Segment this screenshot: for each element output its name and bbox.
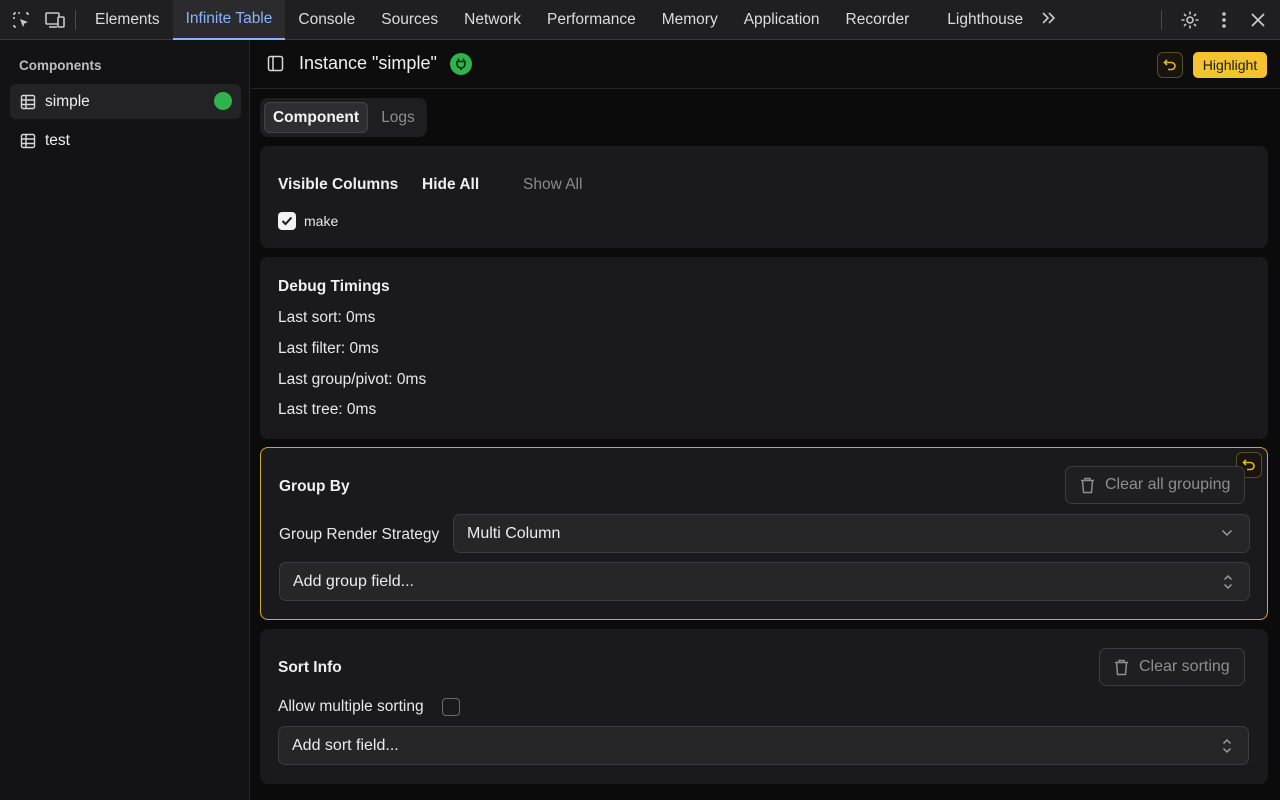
chevron-up-down-icon bbox=[1223, 574, 1233, 590]
highlight-button[interactable]: Highlight bbox=[1193, 52, 1267, 78]
tab-sources[interactable]: Sources bbox=[368, 0, 451, 40]
last-group-pivot-timing: Last group/pivot: 0ms bbox=[278, 371, 427, 388]
add-group-field-select[interactable]: Add group field... bbox=[279, 562, 1250, 601]
debug-timings-card: Debug Timings Last sort: 0ms Last filter… bbox=[260, 257, 1268, 439]
tab-logs[interactable]: Logs bbox=[372, 102, 424, 133]
tab-lighthouse[interactable]: Lighthouse bbox=[934, 0, 1036, 40]
tab-network[interactable]: Network bbox=[451, 0, 534, 40]
tab-component[interactable]: Component bbox=[264, 102, 368, 133]
last-filter-timing: Last filter: 0ms bbox=[278, 340, 379, 357]
clear-all-grouping-button[interactable]: Clear all grouping bbox=[1065, 466, 1246, 504]
sidebar-heading: Components bbox=[19, 58, 102, 73]
tab-memory[interactable]: Memory bbox=[649, 0, 731, 40]
instance-header: Instance "simple" Highlight bbox=[251, 40, 1280, 89]
instance-title: Instance "simple" bbox=[299, 53, 437, 73]
add-sort-field-select[interactable]: Add sort field... bbox=[278, 726, 1249, 765]
allow-multiple-sorting-checkbox[interactable] bbox=[442, 698, 460, 716]
view-tabs: Component Logs bbox=[260, 98, 427, 137]
group-by-card: Group By Clear all grouping Group Render… bbox=[260, 447, 1268, 620]
settings-gear-icon[interactable] bbox=[1176, 6, 1204, 34]
chevron-down-icon bbox=[1221, 529, 1233, 537]
kebab-menu-icon[interactable] bbox=[1210, 6, 1238, 34]
allow-multiple-sorting-label: Allow multiple sorting bbox=[278, 698, 424, 715]
devtools-toolbar: Elements Infinite Table Console Sources … bbox=[0, 0, 1280, 40]
sidebar-item-test[interactable]: test bbox=[10, 123, 241, 158]
trash-icon bbox=[1080, 477, 1095, 494]
tab-console[interactable]: Console bbox=[285, 0, 368, 40]
tab-performance[interactable]: Performance bbox=[534, 0, 649, 40]
sort-info-title: Sort Info bbox=[278, 659, 342, 676]
tab-recorder[interactable]: Recorder bbox=[833, 0, 923, 40]
more-tabs-chevron-icon[interactable] bbox=[1036, 9, 1062, 30]
trash-icon bbox=[1114, 659, 1129, 676]
devtools-tab-strip: Elements Infinite Table Console Sources … bbox=[82, 0, 1062, 40]
toolbar-right-actions bbox=[1161, 6, 1272, 34]
debug-timings-title: Debug Timings bbox=[278, 278, 390, 295]
group-by-title: Group By bbox=[279, 478, 350, 495]
sidebar-item-simple[interactable]: simple bbox=[10, 84, 241, 119]
reset-undo-button[interactable] bbox=[1157, 52, 1183, 78]
tab-elements[interactable]: Elements bbox=[82, 0, 173, 40]
components-sidebar: Components simple test bbox=[0, 40, 250, 800]
sidebar-item-label: test bbox=[45, 131, 70, 149]
clear-sorting-label: Clear sorting bbox=[1139, 658, 1230, 675]
clear-all-grouping-label: Clear all grouping bbox=[1105, 476, 1231, 493]
visible-columns-title: Visible Columns bbox=[278, 176, 399, 193]
hide-all-button[interactable]: Hide All bbox=[422, 176, 479, 194]
tab-application[interactable]: Application bbox=[731, 0, 833, 40]
plug-connected-icon bbox=[450, 53, 472, 75]
column-make-checkbox[interactable] bbox=[278, 212, 296, 230]
visible-columns-card: Visible Columns Hide All Show All make bbox=[260, 146, 1268, 248]
add-group-field-placeholder: Add group field... bbox=[293, 572, 414, 590]
connected-status-dot bbox=[214, 92, 232, 110]
chevron-up-down-icon bbox=[1222, 738, 1232, 754]
device-toolbar-icon[interactable] bbox=[41, 6, 69, 34]
group-render-strategy-value: Multi Column bbox=[467, 524, 561, 542]
checkmark-icon bbox=[281, 216, 293, 226]
sort-info-card: Sort Info Clear sorting Allow multiple s… bbox=[260, 629, 1268, 784]
table-grid-icon bbox=[20, 94, 36, 110]
toolbar-divider bbox=[75, 9, 76, 30]
inspect-element-icon[interactable] bbox=[7, 6, 35, 34]
last-tree-timing: Last tree: 0ms bbox=[278, 401, 377, 418]
group-render-strategy-label: Group Render Strategy bbox=[279, 526, 440, 543]
toolbar-divider bbox=[1161, 10, 1162, 30]
tab-infinite-table[interactable]: Infinite Table bbox=[172, 0, 286, 40]
close-devtools-icon[interactable] bbox=[1244, 6, 1272, 34]
sidebar-toggle-icon[interactable] bbox=[267, 55, 284, 76]
group-render-strategy-select[interactable]: Multi Column bbox=[453, 514, 1250, 553]
show-all-button[interactable]: Show All bbox=[523, 176, 582, 194]
column-make-label: make bbox=[304, 213, 339, 229]
table-grid-icon bbox=[20, 133, 36, 149]
add-sort-field-placeholder: Add sort field... bbox=[292, 736, 399, 754]
clear-sorting-button[interactable]: Clear sorting bbox=[1099, 648, 1245, 686]
undo-arrow-icon bbox=[1163, 58, 1177, 72]
sidebar-item-label: simple bbox=[45, 92, 90, 110]
last-sort-timing: Last sort: 0ms bbox=[278, 309, 376, 326]
